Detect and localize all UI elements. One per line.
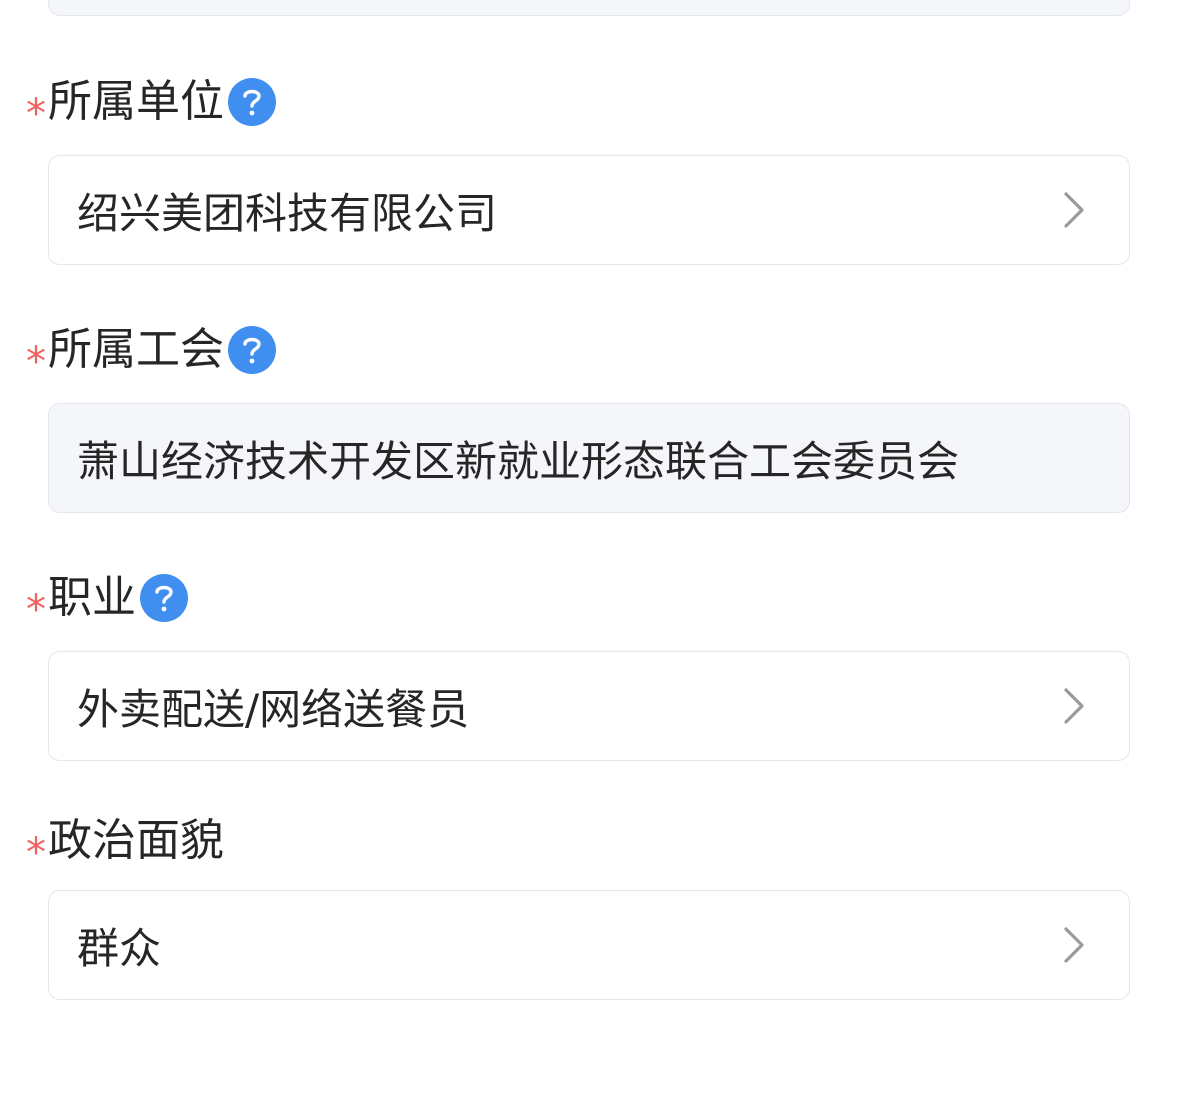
unit-label: * 所属单位 <box>26 74 276 134</box>
occupation-label-text: 职业 <box>48 572 136 623</box>
chevron-right-icon <box>1059 923 1089 967</box>
occupation-select[interactable]: 外卖配送/网络送餐员 <box>48 651 1130 761</box>
political-status-value: 群众 <box>77 923 162 973</box>
chevron-right-icon <box>1059 188 1089 232</box>
question-circle-icon[interactable] <box>228 78 276 126</box>
chevron-right-icon <box>1059 684 1089 728</box>
required-mark: * <box>26 830 46 876</box>
union-value: 萧山经济技术开发区新就业形态联合工会委员会 <box>77 436 960 486</box>
union-label: * 所属工会 <box>26 322 276 382</box>
previous-field[interactable] <box>48 0 1130 16</box>
political-status-select[interactable]: 群众 <box>48 890 1130 1000</box>
unit-label-text: 所属单位 <box>48 76 224 127</box>
question-circle-icon[interactable] <box>228 326 276 374</box>
unit-value: 绍兴美团科技有限公司 <box>77 188 498 238</box>
political-status-label-text: 政治面貌 <box>48 815 224 866</box>
occupation-value: 外卖配送/网络送餐员 <box>77 684 470 734</box>
required-mark: * <box>26 91 46 137</box>
political-status-label: * 政治面貌 <box>26 813 224 874</box>
union-field: 萧山经济技术开发区新就业形态联合工会委员会 <box>48 403 1130 513</box>
question-circle-icon[interactable] <box>140 574 188 622</box>
required-mark: * <box>26 339 46 385</box>
union-label-text: 所属工会 <box>48 324 224 375</box>
unit-select[interactable]: 绍兴美团科技有限公司 <box>48 155 1130 265</box>
occupation-label: * 职业 <box>26 570 188 630</box>
required-mark: * <box>26 587 46 633</box>
